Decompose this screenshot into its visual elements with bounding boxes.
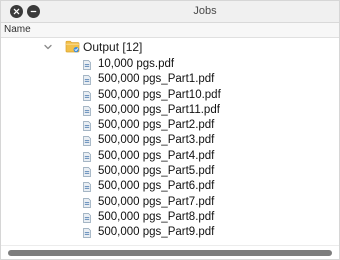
pdf-file-icon	[83, 106, 91, 116]
file-name: 500,000 pgs_Part4.pdf	[98, 149, 215, 162]
window-title: Jobs	[193, 5, 217, 17]
pdf-file-icon	[83, 167, 91, 177]
title-bar: Jobs	[1, 1, 339, 23]
file-name: 500,000 pgs_Part10.pdf	[98, 88, 221, 101]
pdf-file-icon	[83, 228, 91, 239]
column-header-name[interactable]: Name	[1, 23, 339, 38]
file-row[interactable]: 500,000 pgs_Part10.pdf	[1, 88, 339, 103]
file-name: 500,000 pgs_Part7.pdf	[98, 195, 215, 208]
file-row[interactable]: 500,000 pgs_Part3.pdf	[1, 133, 339, 148]
pdf-file-icon	[83, 90, 91, 101]
file-row[interactable]: 500,000 pgs_Part11.pdf	[1, 103, 339, 118]
horizontal-scrollbar[interactable]	[1, 245, 339, 259]
file-row[interactable]: 500,000 pgs_Part9.pdf	[1, 225, 339, 240]
file-name: 500,000 pgs_Part8.pdf	[98, 210, 215, 223]
pdf-file-icon	[83, 213, 91, 223]
scrollbar-thumb[interactable]	[8, 250, 332, 256]
file-row[interactable]: 500,000 pgs_Part6.pdf	[1, 179, 339, 194]
pdf-file-icon	[83, 136, 91, 147]
file-row[interactable]: 500,000 pgs_Part7.pdf	[1, 195, 339, 210]
pdf-file-icon	[83, 121, 91, 132]
tree-folder-row[interactable]: Output [12]	[1, 38, 339, 57]
file-tree: Output [12] 10,000 pgs.pdf 500,000 pgs_P…	[1, 38, 339, 241]
folder-icon	[65, 40, 80, 53]
file-name: 500,000 pgs_Part3.pdf	[98, 134, 215, 147]
file-name: 500,000 pgs_Part9.pdf	[98, 226, 215, 239]
pdf-file-icon	[83, 151, 91, 162]
folder-label: Output [12]	[83, 40, 143, 54]
file-name: 500,000 pgs_Part5.pdf	[98, 165, 215, 178]
file-name: 500,000 pgs_Part11.pdf	[98, 103, 220, 116]
pdf-file-icon	[83, 75, 91, 86]
file-row[interactable]: 10,000 pgs.pdf	[1, 57, 339, 72]
file-name: 500,000 pgs_Part2.pdf	[98, 119, 215, 132]
file-row[interactable]: 500,000 pgs_Part1.pdf	[1, 72, 339, 87]
file-row[interactable]: 500,000 pgs_Part5.pdf	[1, 164, 339, 179]
pdf-file-icon	[83, 182, 91, 193]
pdf-file-icon	[83, 60, 91, 70]
column-header-label: Name	[4, 24, 31, 35]
file-name: 500,000 pgs_Part1.pdf	[98, 73, 215, 86]
file-row[interactable]: 500,000 pgs_Part4.pdf	[1, 149, 339, 164]
pdf-file-icon	[83, 197, 91, 208]
file-row[interactable]: 500,000 pgs_Part2.pdf	[1, 118, 339, 133]
file-name: 500,000 pgs_Part6.pdf	[98, 180, 215, 193]
chevron-down-icon[interactable]	[43, 42, 53, 52]
file-name: 10,000 pgs.pdf	[98, 58, 175, 70]
file-row[interactable]: 500,000 pgs_Part8.pdf	[1, 210, 339, 225]
jobs-window: Jobs Name Output [12] 10,000 pgs.pdf 500…	[0, 0, 340, 260]
